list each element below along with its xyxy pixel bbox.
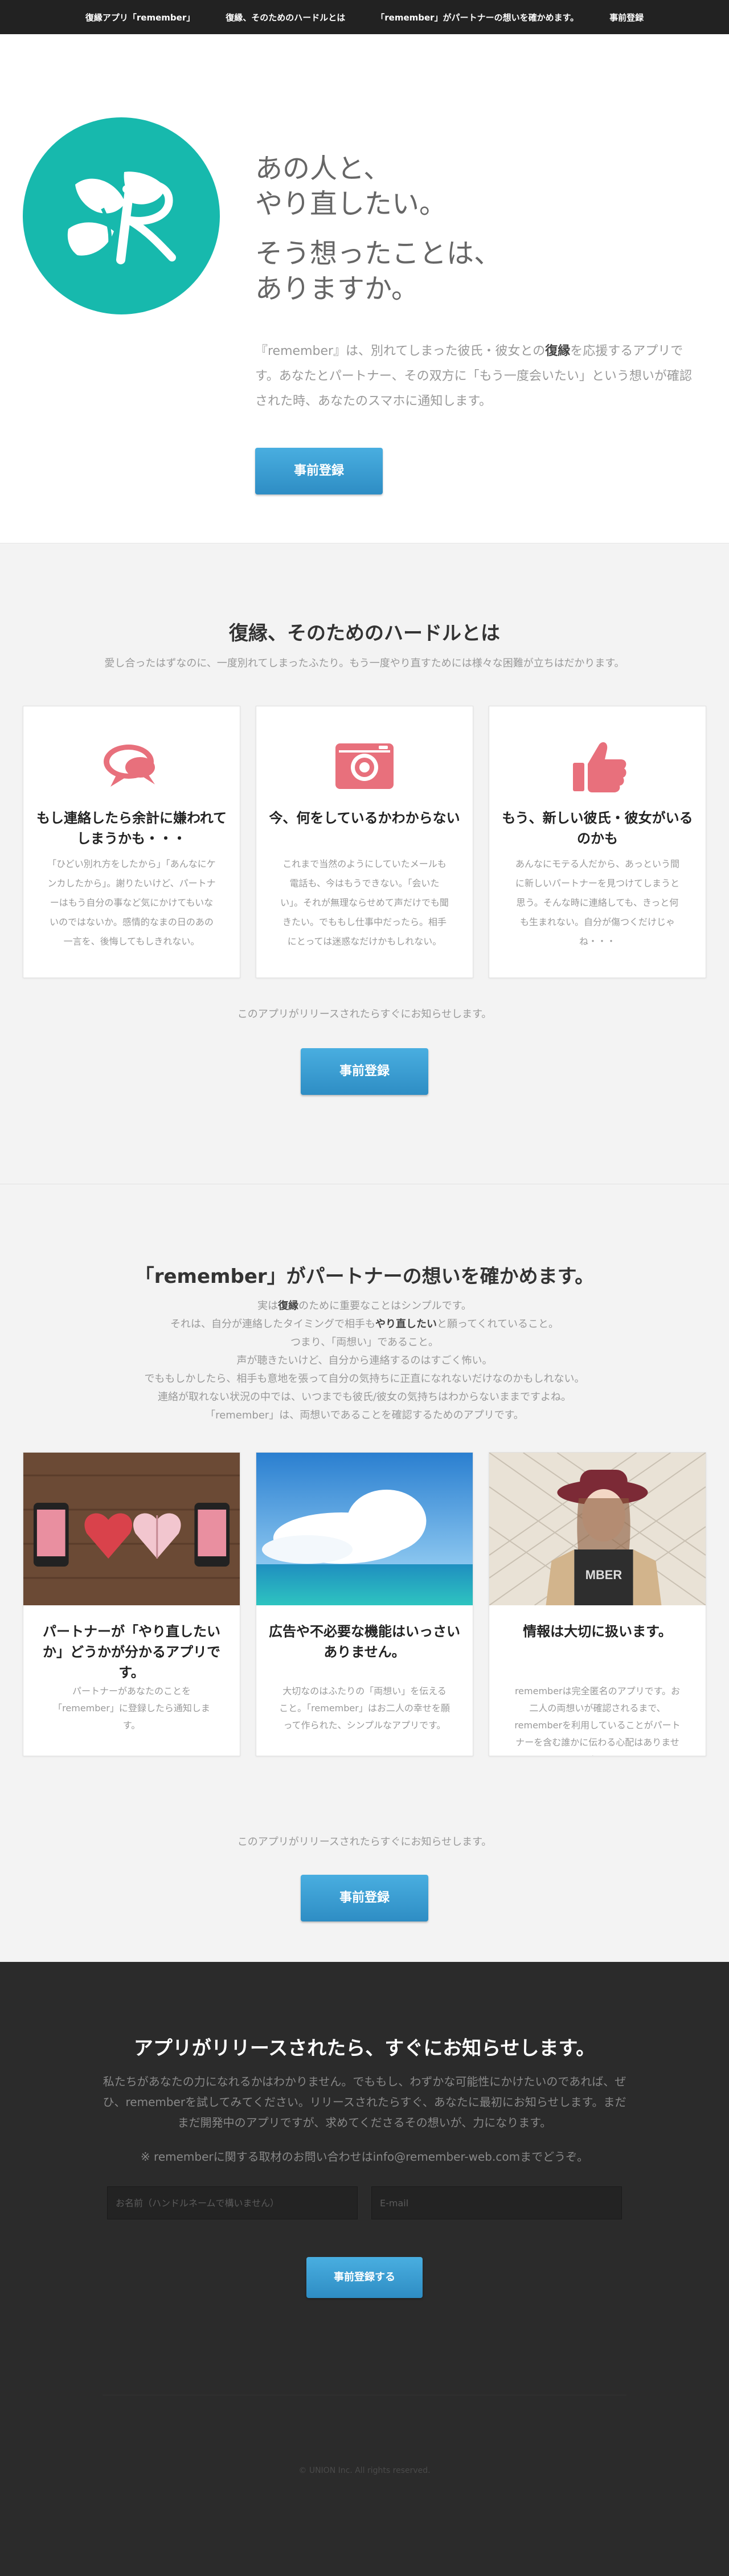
hero-desc-bold: 復縁 (545, 344, 571, 358)
feature-card-3-title: 情報は大切に扱います。 (523, 1624, 672, 1639)
feature-card-3-text: rememberは完全匿名のアプリです。お二人の両想いが確認されるまで、reme… (514, 1686, 681, 1756)
feature-card-1-title: パートナーが「やり直したいか」どうかが分かるアプリです。 (43, 1624, 220, 1680)
remember-logo (23, 117, 220, 314)
hurdle-section: 復縁、そのためのハードルとは 愛し合ったはずなのに、一度別れてしまったふたり。も… (0, 543, 729, 1184)
sky-ocean-photo (256, 1453, 473, 1605)
nav-link-register[interactable]: 事前登録 (594, 11, 659, 23)
speech-bubbles-icon (104, 745, 155, 787)
svg-text:MBER: MBER (585, 1568, 622, 1582)
hero-headline-2: そう想ったことは、 ありますか。 (255, 236, 501, 306)
confirm-line-2: それは、自分が連絡したタイミングで相手もやり直したいと願ってくれていること。 (0, 1315, 729, 1334)
confirm-line-4: 声が聴きたいけど、自分から連絡するのはすごく怖い。 (236, 1355, 493, 1367)
thumbs-up-icon (573, 742, 626, 792)
confirm-line-2a: それは、自分が連絡したタイミングで相手も (170, 1318, 375, 1330)
hurdle-card-3: もう、新しい彼氏・彼女がいるのかも あんなにモテる人だから、あっという間に新しい… (489, 706, 706, 978)
hero-section: あの人と、 やり直したい。 そう想ったことは、 ありますか。 『remember… (0, 34, 729, 543)
butterfly-r-logo-icon (67, 171, 176, 264)
confirm-line-2-bold: やり直したい (375, 1318, 437, 1330)
hurdle-notice: このアプリがリリースされたらすぐにお知らせします。 (237, 1008, 492, 1020)
confirm-line-1b: のために重要なことはシンプルです。 (298, 1300, 472, 1312)
woman-hat-photo: MBER (489, 1453, 706, 1605)
confirm-line-3: つまり、「両想い」であること。 (290, 1336, 439, 1348)
hero-headline-1-line2: やり直したい。 (255, 188, 447, 220)
feature-card-2: 広告や不必要な機能はいっさいありません。 大切なのはふたりの「両想い」を伝えるこ… (256, 1452, 473, 1756)
confirm-notice: このアプリがリリースされたらすぐにお知らせします。 (237, 1836, 492, 1848)
confirm-line-7: 「remember」は、両想いであることを確認するためのアプリです。 (205, 1409, 524, 1421)
hero-register-button[interactable]: 事前登録 (255, 448, 383, 494)
hero-description: 『remember』は、別れてしまった彼氏・彼女との復縁を応援するアプリです。あ… (255, 339, 699, 414)
feature-card-3: MBER 情報は大切に扱います。 rememberは完全匿名のアプリです。お二人… (489, 1452, 706, 1756)
nav-link-confirm[interactable]: 「remember」がパートナーの想いを確かめます。 (361, 11, 594, 23)
copyright: © UNION Inc. All rights reserved. (298, 2466, 431, 2475)
confirm-line-2b: と願ってくれていること。 (436, 1318, 559, 1330)
name-input[interactable] (107, 2186, 358, 2219)
signup-submit-button[interactable]: 事前登録する (306, 2257, 423, 2298)
confirm-description: 実は復縁のために重要なことはシンプルです。 それは、自分が連絡したタイミングで相… (0, 1297, 729, 1425)
signup-contact: ※ rememberに関する取材のお問い合わせはinfo@remember-we… (140, 2150, 589, 2164)
feature-card-1-text: パートナーがあなたのことを「remember」に登録したら通知します。 (53, 1686, 210, 1731)
signup-title: アプリがリリースされたら、すぐにお知らせします。 (133, 2037, 596, 2060)
hero-headline-1: あの人と、 やり直したい。 (255, 151, 447, 222)
confirm-line-1-bold: 復縁 (278, 1300, 299, 1312)
hurdle-card-3-title: もう、新しい彼氏・彼女がいるのかも (502, 810, 693, 847)
hurdle-register-button[interactable]: 事前登録 (301, 1048, 428, 1095)
confirm-line-6: 連絡が取れない状況の中では、いつまでも彼氏/彼女の気持ちはわからないままですよね… (157, 1391, 572, 1403)
hurdle-card-2-text: これまで当然のようにしていたメールも電話も、今はもうできない。「会いたい」。それ… (280, 858, 449, 947)
hurdle-card-3-text: あんなにモテる人だから、あっという間に新しいパートナーを見つけてしまうと思う。そ… (515, 858, 679, 947)
hurdle-card-1-text: 「ひどい別れ方をしたから」「あんなにケンカしたから」。謝りたいけど、パートナーは… (47, 858, 216, 947)
hurdle-card-1-title: もし連絡したら余計に嫌われてしまうかも・・・ (36, 810, 227, 847)
confirm-section: 「remember」がパートナーの想いを確かめます。 実は復縁のために重要なこと… (0, 1184, 729, 1962)
hurdle-card-1: もし連絡したら余計に嫌われてしまうかも・・・ 「ひどい別れ方をしたから」「あんな… (23, 706, 240, 978)
feature-card-2-title: 広告や不必要な機能はいっさいありません。 (269, 1624, 460, 1660)
confirm-register-button[interactable]: 事前登録 (301, 1875, 428, 1921)
signup-description: 私たちがあなたの力になれるかはわかりません。でももし、わずかな可能性にかけたいの… (103, 2075, 626, 2129)
confirm-line-1: 実は復縁のために重要なことはシンプルです。 (0, 1297, 729, 1315)
hearts-phones-photo (23, 1453, 240, 1605)
confirm-title: 「remember」がパートナーの想いを確かめます。 (134, 1265, 595, 1288)
confirm-line-1a: 実は (257, 1300, 279, 1312)
hero-headline-1-line1: あの人と、 (255, 153, 391, 185)
nav-link-hurdle[interactable]: 復縁、そのためのハードルとは (210, 11, 361, 23)
camera-icon (335, 743, 394, 789)
nav-link-app[interactable]: 復縁アプリ「remember」 (70, 11, 210, 23)
hero-desc-part-a: 『remember』は、別れてしまった彼氏・彼女との (255, 344, 546, 358)
feature-card-2-text: 大切なのはふたりの「両想い」を伝えること。「remember」はお二人の幸せを願… (279, 1686, 450, 1731)
hurdle-subtitle: 愛し合ったはずなのに、一度別れてしまったふたり。もう一度やり直すためには様々な困… (104, 657, 625, 669)
email-input[interactable] (371, 2186, 622, 2219)
hurdle-title: 復縁、そのためのハードルとは (229, 622, 500, 645)
feature-card-1: パートナーが「やり直したいか」どうかが分かるアプリです。 パートナーがあなたのこ… (23, 1452, 240, 1756)
hurdle-card-2: 今、何をしているかわからない これまで当然のようにしていたメールも電話も、今はも… (256, 706, 473, 978)
signup-section: アプリがリリースされたら、すぐにお知らせします。 私たちがあなたの力になれるかは… (0, 1962, 729, 2576)
hero-headline-2-line2: ありますか。 (255, 273, 419, 305)
top-nav: 復縁アプリ「remember」 復縁、そのためのハードルとは 「remember… (0, 0, 729, 34)
hero-headline-2-line1: そう想ったことは、 (255, 238, 502, 269)
confirm-line-5: でももしかしたら、相手も意地を張って自分の気持ちに正直になれないだけなのかもしれ… (144, 1373, 585, 1385)
hurdle-card-2-title: 今、何をしているかわからない (269, 810, 460, 826)
